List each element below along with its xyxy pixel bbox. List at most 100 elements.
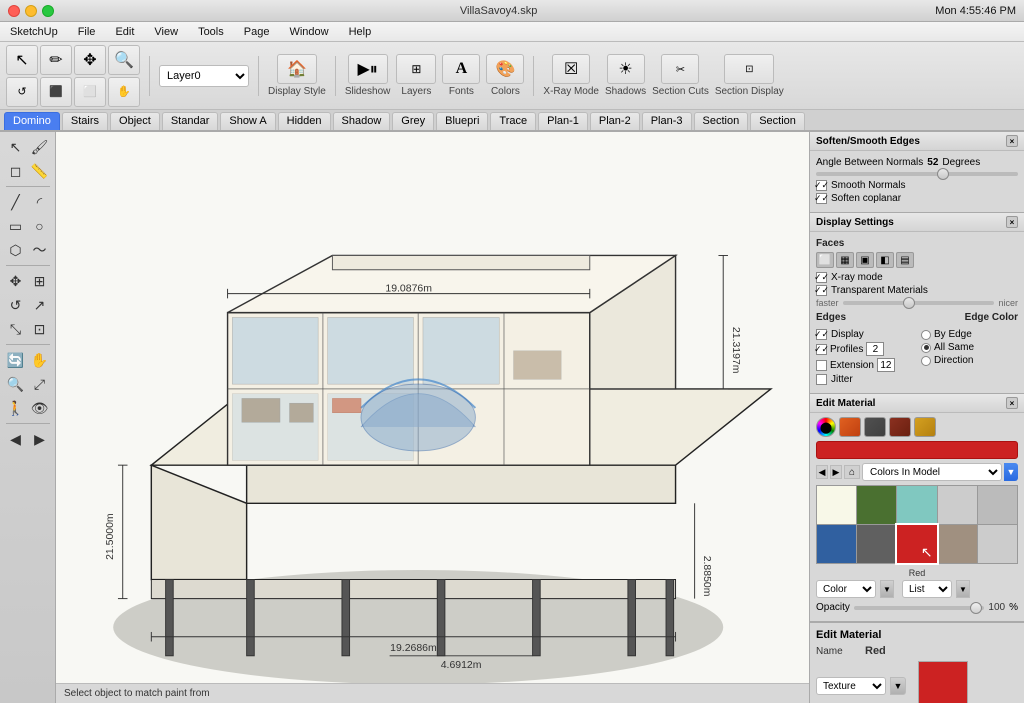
menu-tools[interactable]: Tools xyxy=(194,26,228,38)
face-icon-3[interactable]: ▣ xyxy=(856,252,874,268)
toolbar-display-style[interactable]: 🏠 Display Style xyxy=(268,54,326,97)
face-icon-1[interactable]: ⬜ xyxy=(816,252,834,268)
tab-domino[interactable]: Domino xyxy=(4,112,60,130)
mat-icon-2[interactable] xyxy=(864,417,886,437)
swatch-1[interactable] xyxy=(817,486,856,524)
swatch-5[interactable] xyxy=(978,486,1017,524)
next-tool[interactable]: ▶ xyxy=(29,428,51,450)
toolbar-pan-tool[interactable]: ✋ xyxy=(108,77,140,107)
swatch-7[interactable] xyxy=(857,525,896,563)
swatch-4[interactable] xyxy=(938,486,977,524)
toolbar-move-tool[interactable]: ✥ xyxy=(74,45,106,75)
display-settings-close-btn[interactable]: × xyxy=(1006,216,1018,228)
toolbar-colors-btn[interactable]: 🎨 Colors xyxy=(486,54,524,97)
toolbar-fonts-btn[interactable]: A Fonts xyxy=(442,54,480,97)
list-dropdown-arrow[interactable]: ▼ xyxy=(956,580,970,598)
display-checkbox[interactable]: ✓ xyxy=(816,329,827,340)
color-dropdown-arrow[interactable]: ▼ xyxy=(880,580,894,598)
scale2-tool[interactable]: ⤡ xyxy=(5,318,27,340)
menu-help[interactable]: Help xyxy=(345,26,376,38)
tab-plan3[interactable]: Plan-3 xyxy=(642,112,692,130)
texture-dropdown-arrow[interactable]: ▼ xyxy=(890,677,906,695)
tab-section2[interactable]: Section xyxy=(750,112,805,130)
layer-select[interactable]: Layer0 xyxy=(159,65,249,87)
eraser-tool[interactable]: ◻ xyxy=(5,160,27,182)
window-controls[interactable] xyxy=(8,5,54,17)
swatch-2[interactable] xyxy=(857,486,896,524)
angle-slider[interactable] xyxy=(816,172,1018,176)
toolbar-scale-tool[interactable]: ⬛ xyxy=(40,77,72,107)
mat-icon-3[interactable] xyxy=(889,417,911,437)
toolbar-section-cuts-btn[interactable]: ✂ Section Cuts xyxy=(652,54,709,97)
pushpull-tool[interactable]: ⊞ xyxy=(29,270,51,292)
direction-radio[interactable] xyxy=(921,356,931,366)
menu-page[interactable]: Page xyxy=(240,26,274,38)
all-same-radio[interactable] xyxy=(921,343,931,353)
menu-view[interactable]: View xyxy=(150,26,182,38)
offset-tool[interactable]: ⊡ xyxy=(29,318,51,340)
smooth-normals-checkbox[interactable]: ✓ xyxy=(816,180,827,191)
toolbar-shadows-btn[interactable]: ☀ Shadows xyxy=(605,54,646,97)
list-select[interactable]: List xyxy=(902,580,952,598)
toolbar-rotate-tool[interactable]: ↺ xyxy=(6,77,38,107)
soften-coplanar-checkbox[interactable]: ✓ xyxy=(816,193,827,204)
opacity-thumb[interactable] xyxy=(970,602,982,614)
rotate2-tool[interactable]: ↺ xyxy=(5,294,27,316)
circle-tool[interactable]: ○ xyxy=(29,215,51,237)
mat-icon-1[interactable] xyxy=(839,417,861,437)
tab-showa[interactable]: Show A xyxy=(220,112,275,130)
tab-object[interactable]: Object xyxy=(110,112,160,130)
toolbar-section-display-btn[interactable]: ⊡ Section Display xyxy=(715,54,784,97)
menu-edit[interactable]: Edit xyxy=(111,26,138,38)
tab-standar[interactable]: Standar xyxy=(162,112,219,130)
toolbar-arrow-tool[interactable]: ↖ xyxy=(6,45,38,75)
zoomext-tool[interactable]: ⤢ xyxy=(29,373,51,395)
toolbar-pencil-tool[interactable]: ✏ xyxy=(40,45,72,75)
mat-color-wheel[interactable]: ⬤ xyxy=(816,417,836,437)
tab-trace[interactable]: Trace xyxy=(490,112,536,130)
swatch-8[interactable]: ↖ xyxy=(897,525,936,563)
move-tool[interactable]: ✥ xyxy=(5,270,27,292)
edit-material-close-btn[interactable]: × xyxy=(1006,397,1018,409)
tape-tool[interactable]: 📏 xyxy=(29,160,51,182)
arc-tool[interactable]: ◜ xyxy=(29,191,51,213)
poly-tool[interactable]: ⬡ xyxy=(5,239,27,261)
xray-checkbox[interactable]: ✓ xyxy=(816,272,827,283)
nav-back-btn[interactable]: ◀ xyxy=(816,465,828,479)
quality-slider[interactable] xyxy=(843,301,995,305)
swatch-6[interactable] xyxy=(817,525,856,563)
profiles-input[interactable] xyxy=(866,342,884,356)
tab-shadow[interactable]: Shadow xyxy=(333,112,391,130)
color-select[interactable]: Color xyxy=(816,580,876,598)
toolbar-layers-btn[interactable]: ⊞ Layers xyxy=(396,54,436,97)
tab-grey[interactable]: Grey xyxy=(392,112,434,130)
face-icon-2[interactable]: ▦ xyxy=(836,252,854,268)
toolbar-push-tool[interactable]: ⬜ xyxy=(74,77,106,107)
tab-stairs[interactable]: Stairs xyxy=(62,112,108,130)
texture-select[interactable]: Texture xyxy=(816,677,886,695)
tab-section1[interactable]: Section xyxy=(694,112,749,130)
followme-tool[interactable]: ↗ xyxy=(29,294,51,316)
toolbar-zoom-tool[interactable]: 🔍 xyxy=(108,45,140,75)
menu-window[interactable]: Window xyxy=(285,26,332,38)
prev-tool[interactable]: ◀ xyxy=(5,428,27,450)
jitter-checkbox[interactable] xyxy=(816,374,827,385)
opacity-slider-track[interactable] xyxy=(854,606,985,610)
minimize-button[interactable] xyxy=(25,5,37,17)
colors-dropdown[interactable]: Colors In Model xyxy=(862,463,1002,481)
nav-forward-btn[interactable]: ▶ xyxy=(830,465,842,479)
tab-plan1[interactable]: Plan-1 xyxy=(538,112,588,130)
line-tool[interactable]: ╱ xyxy=(5,191,27,213)
toolbar-slideshow[interactable]: ▶⏸ Slideshow xyxy=(345,54,391,97)
walk-tool[interactable]: 🚶 xyxy=(5,397,27,419)
search-bar[interactable] xyxy=(816,441,1018,459)
soften-close-btn[interactable]: × xyxy=(1006,135,1018,147)
orbit-tool[interactable]: 🔄 xyxy=(5,349,27,371)
extension-checkbox[interactable] xyxy=(816,360,827,371)
tab-bluepri[interactable]: Bluepri xyxy=(436,112,488,130)
tab-plan2[interactable]: Plan-2 xyxy=(590,112,640,130)
face-icon-5[interactable]: ▤ xyxy=(896,252,914,268)
face-icon-4[interactable]: ◧ xyxy=(876,252,894,268)
maximize-button[interactable] xyxy=(42,5,54,17)
zoom2-tool[interactable]: 🔍 xyxy=(5,373,27,395)
